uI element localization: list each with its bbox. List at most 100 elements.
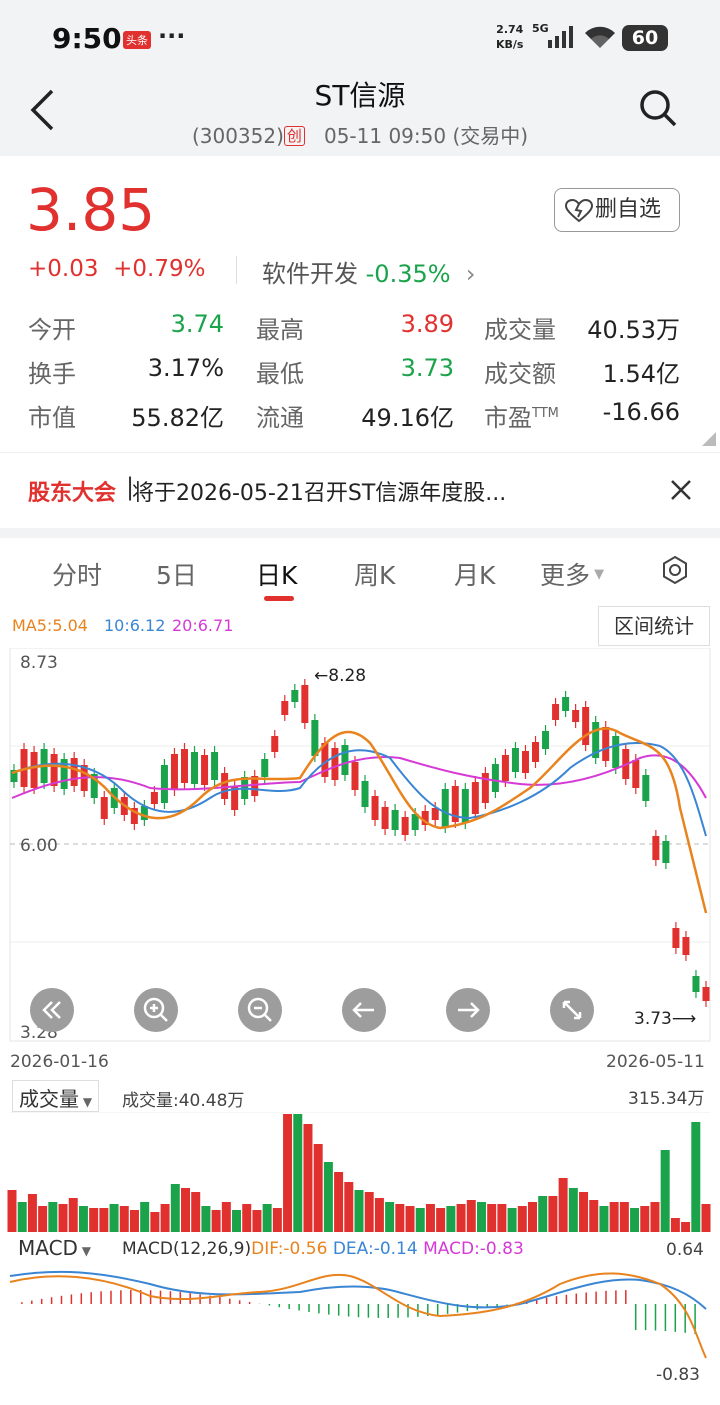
candle — [672, 928, 680, 948]
candle — [532, 742, 540, 762]
volume-bar — [99, 1208, 109, 1232]
volume-bar — [181, 1188, 190, 1232]
more-notifications-icon: ··· — [158, 22, 186, 50]
tab-more[interactable]: 更多 ▼ — [540, 556, 604, 592]
volume-bar — [374, 1198, 384, 1232]
candle — [211, 752, 219, 780]
candle — [160, 765, 168, 803]
tab-monthly-k[interactable]: 月K — [454, 556, 495, 592]
candle — [180, 749, 188, 783]
heart-icon — [565, 199, 593, 223]
volume-bar — [436, 1208, 446, 1232]
candle — [361, 781, 369, 807]
candle — [471, 782, 479, 814]
stat-value-turnover: 3.17% — [147, 354, 224, 382]
divider — [236, 256, 237, 284]
sector-link[interactable]: 软件开发 -0.35% › — [262, 254, 475, 289]
volume-selector[interactable]: 成交量 ▼ — [12, 1080, 100, 1112]
volume-bar — [211, 1210, 221, 1232]
search-icon[interactable] — [638, 88, 678, 128]
status-time: 9:50 — [52, 22, 122, 55]
volume-bar — [140, 1202, 150, 1232]
volume-bar — [660, 1150, 670, 1232]
fullscreen-button[interactable] — [550, 988, 594, 1032]
candle — [391, 810, 399, 830]
candle — [582, 707, 590, 745]
candle — [291, 690, 299, 702]
stat-label-open: 今开 — [28, 316, 76, 344]
stat-value-amount: 1.54亿 — [602, 360, 680, 388]
scroll-left-button[interactable] — [342, 988, 386, 1032]
stat-label-mktcap: 市值 — [28, 404, 76, 432]
macd-params: MACD(12,26,9) — [122, 1239, 252, 1259]
network-type: 5G — [532, 22, 549, 35]
scroll-right-button[interactable] — [446, 988, 490, 1032]
volume-bar — [303, 1124, 313, 1232]
volume-bar — [364, 1192, 374, 1232]
macd-selector[interactable]: MACD ▼ — [18, 1236, 91, 1260]
sector-change: -0.35% — [365, 260, 451, 288]
candle — [501, 755, 509, 781]
volume-bar — [242, 1204, 252, 1232]
expand-corner-icon[interactable] — [702, 432, 716, 446]
stat-label-amount: 成交额 — [484, 360, 556, 388]
volume-bar — [650, 1202, 660, 1232]
volume-bar — [17, 1202, 27, 1232]
low-marker: 3.73⟶ — [634, 1009, 696, 1029]
tab-weekly-k[interactable]: 周K — [354, 556, 395, 592]
candle — [100, 797, 108, 819]
zoom-out-button[interactable] — [238, 988, 282, 1032]
volume-bar — [415, 1208, 425, 1232]
remove-watchlist-button[interactable]: 删自选 — [554, 188, 680, 232]
volume-bar — [701, 1204, 711, 1232]
volume-bar — [38, 1206, 48, 1232]
zoom-in-button[interactable] — [134, 988, 178, 1032]
volume-bar — [262, 1204, 272, 1232]
candle — [552, 704, 560, 720]
candle — [632, 760, 640, 788]
notice-banner[interactable]: 股东大会 | 将于2026-05-21召开ST信源年度股... — [0, 452, 720, 528]
period-tabs: 分时 5日 日K 周K 月K 更多 ▼ — [0, 538, 720, 608]
macd-value: MACD:-0.83 — [423, 1239, 524, 1259]
volume-bar — [528, 1202, 537, 1232]
volume-chart — [7, 1112, 711, 1232]
candle — [201, 755, 209, 785]
chevron-right-icon: › — [458, 260, 476, 288]
volume-bar — [619, 1202, 629, 1232]
tab-5day[interactable]: 5日 — [156, 556, 197, 592]
volume-bar — [476, 1202, 486, 1232]
stock-code: (300352) — [191, 124, 284, 148]
volume-bar — [691, 1122, 701, 1232]
candle — [331, 748, 339, 780]
volume-bar — [354, 1190, 364, 1232]
candle — [511, 748, 519, 772]
candle — [170, 754, 178, 790]
tab-daily-k[interactable]: 日K — [256, 556, 297, 592]
volume-bar — [232, 1210, 242, 1232]
chinext-badge: 创 — [283, 126, 305, 146]
settings-icon[interactable] — [660, 555, 690, 585]
volume-bar — [68, 1198, 78, 1232]
candle — [401, 817, 409, 835]
y-axis-top: 8.73 — [20, 653, 58, 673]
stock-subtitle: (300352) 创 05-11 09:50 (交易中) — [0, 120, 720, 149]
candle — [652, 836, 660, 860]
toutiao-icon: 头条 — [123, 31, 151, 49]
change-value: +0.03 — [28, 256, 99, 282]
candlestick-chart[interactable]: 8.73 6.00 3.28 ←8.28 3.73⟶ — [0, 648, 720, 1044]
rewind-button[interactable] — [30, 988, 74, 1032]
notice-tag: 股东大会 — [28, 481, 117, 506]
close-icon[interactable] — [668, 477, 694, 503]
volume-bar — [507, 1208, 517, 1232]
volume-bar — [27, 1194, 37, 1232]
volume-bar — [109, 1204, 119, 1232]
candle — [481, 773, 489, 803]
tab-intraday[interactable]: 分时 — [52, 556, 102, 592]
volume-bar — [640, 1206, 650, 1232]
volume-bar — [579, 1192, 589, 1232]
range-stats-button[interactable]: 区间统计 — [598, 606, 710, 646]
stat-value-high: 3.89 — [400, 310, 454, 338]
candle — [301, 685, 309, 723]
date-end: 2026-05-11 — [606, 1052, 705, 1072]
volume-bar — [191, 1192, 201, 1232]
